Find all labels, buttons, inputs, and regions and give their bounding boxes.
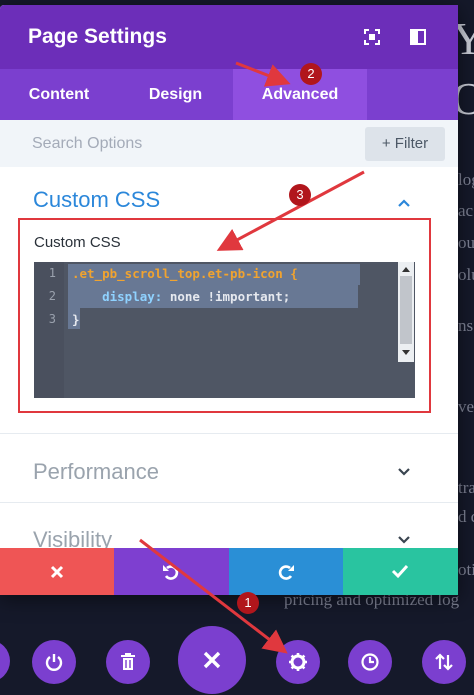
redo-icon (278, 565, 294, 580)
trash-icon (121, 653, 135, 670)
modal-header: Page Settings (0, 5, 458, 69)
bg-text-fragment: olu (458, 265, 474, 284)
section-title-performance: Performance (33, 459, 159, 484)
close-icon (203, 651, 221, 669)
sidebar-toggle-icon[interactable] (408, 27, 428, 47)
undo-button[interactable] (114, 548, 229, 595)
bg-text-fragment: d d (458, 507, 474, 526)
filter-button[interactable]: + Filter (365, 127, 445, 161)
trash-button[interactable] (106, 640, 150, 684)
bg-text-fragment: ve (458, 397, 474, 416)
section-divider (0, 502, 458, 503)
annotation-number: 3 (289, 184, 311, 206)
search-options-input[interactable] (20, 128, 350, 160)
check-icon (391, 564, 409, 579)
power-button[interactable] (32, 640, 76, 684)
section-divider (0, 433, 458, 434)
bg-text-fragment: log (458, 170, 474, 189)
annotation-highlight-box (18, 218, 431, 413)
page-settings-button[interactable] (276, 640, 320, 684)
chevron-down-icon (398, 468, 410, 476)
bg-text-fragment: otiv (458, 560, 474, 579)
section-performance-toggle[interactable]: Performance (0, 437, 458, 502)
power-icon (45, 654, 63, 671)
close-builder-button[interactable] (178, 626, 246, 694)
modal-action-bar (0, 548, 458, 595)
bg-text-fragment: ac (458, 201, 474, 220)
discard-button[interactable] (0, 548, 114, 595)
section-custom-css-toggle[interactable]: Custom CSS (0, 167, 458, 217)
x-icon (50, 565, 64, 579)
sort-icon (435, 653, 453, 671)
undo-icon (163, 565, 179, 580)
redo-button[interactable] (229, 548, 343, 595)
gear-icon (289, 653, 307, 671)
bg-text-fragment: tra (458, 478, 474, 497)
tab-design[interactable]: Design (118, 69, 233, 120)
chevron-down-icon (398, 536, 410, 544)
tab-content[interactable]: Content (0, 69, 118, 120)
annotation-number: 2 (300, 63, 322, 85)
history-button[interactable] (348, 640, 392, 684)
search-bar: + Filter (0, 120, 458, 167)
portability-button[interactable] (422, 640, 466, 684)
fullscreen-icon[interactable] (362, 27, 382, 47)
bg-text-fragment: ns (458, 316, 474, 335)
section-title-custom-css: Custom CSS (33, 187, 161, 212)
chevron-up-icon (398, 199, 410, 207)
history-icon (361, 653, 379, 671)
modal-title: Page Settings (28, 25, 167, 48)
tab-bar: Content Design Advanced (0, 69, 458, 120)
bg-text-fragment: ou (458, 233, 474, 252)
save-button[interactable] (343, 548, 458, 595)
annotation-number: 1 (237, 592, 259, 614)
